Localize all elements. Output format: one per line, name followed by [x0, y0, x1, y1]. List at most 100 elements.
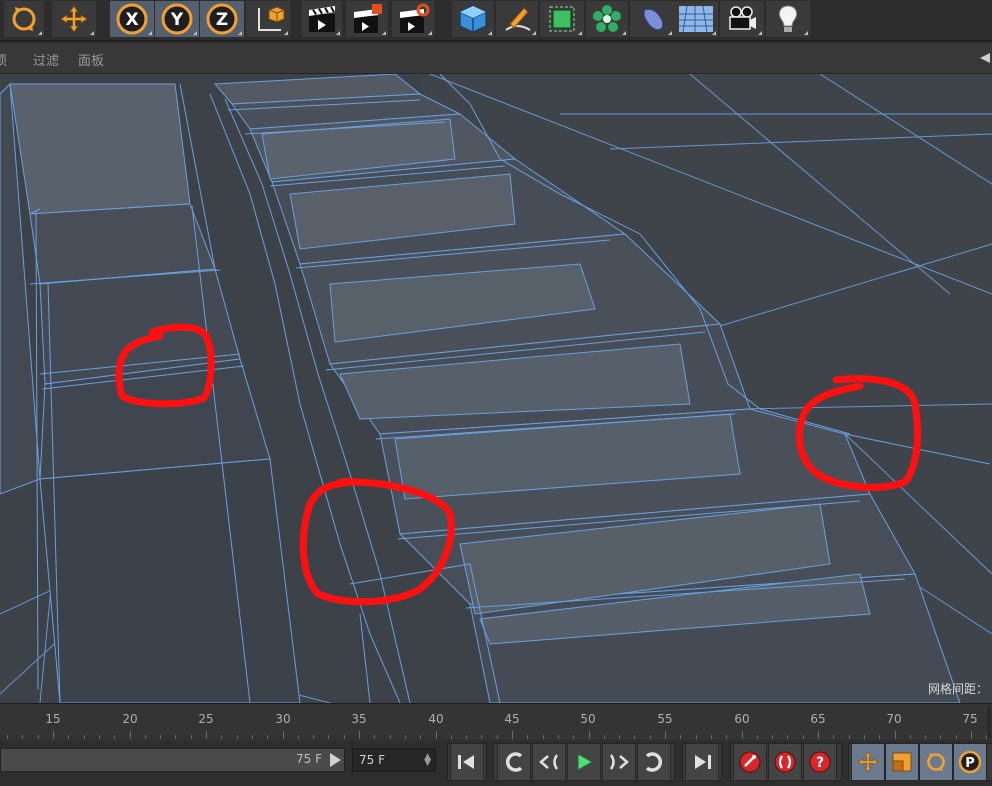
- minor-tick: [940, 735, 942, 739]
- minor-tick: [726, 735, 728, 739]
- record-icon: [739, 751, 761, 773]
- minor-tick: [894, 731, 896, 739]
- light-button[interactable]: [766, 1, 810, 37]
- menu-panel[interactable]: 面板: [78, 50, 104, 69]
- svg-text:Y: Y: [170, 10, 184, 30]
- tick-label: 25: [198, 712, 214, 726]
- cube-primitive-button[interactable]: [452, 1, 494, 37]
- timeline-ruler[interactable]: 15 20 25 30 35 40 45 50 55 60 65 70 75: [0, 703, 992, 740]
- minor-tick: [971, 731, 972, 739]
- minor-tick: [756, 735, 758, 739]
- minor-tick: [787, 735, 789, 739]
- minor-tick: [512, 731, 513, 739]
- autokey-button[interactable]: [768, 743, 802, 781]
- minor-tick: [221, 735, 223, 739]
- minor-tick: [665, 731, 666, 739]
- minor-tick: [328, 735, 330, 739]
- current-frame-field[interactable]: ▲▼: [352, 748, 436, 772]
- render-region-button[interactable]: [346, 1, 388, 37]
- keyframe-help-button[interactable]: ?: [803, 743, 837, 781]
- previous-frame-button[interactable]: [532, 743, 566, 781]
- minor-tick: [129, 731, 131, 739]
- minor-tick: [98, 735, 100, 739]
- move-tool-button[interactable]: [52, 1, 96, 37]
- current-frame-input[interactable]: [353, 749, 423, 771]
- minor-tick: [802, 735, 804, 739]
- next-key-icon: [645, 752, 663, 772]
- move-key-button[interactable]: [851, 743, 885, 781]
- record-button[interactable]: [733, 743, 767, 781]
- z-axis-lock-button[interactable]: Z: [200, 1, 244, 37]
- go-to-start-icon: [458, 755, 474, 769]
- tick-label: 30: [275, 712, 291, 726]
- rotate-icon: [12, 7, 36, 31]
- next-key-button[interactable]: [637, 743, 671, 781]
- rotate-tool-button[interactable]: [4, 1, 44, 37]
- minor-tick: [710, 735, 712, 739]
- render-region-icon: [354, 4, 382, 33]
- svg-text:?: ?: [816, 755, 824, 771]
- minor-tick: [160, 735, 162, 739]
- deformer-button[interactable]: [630, 1, 674, 37]
- frame-range-slider[interactable]: 75 F: [0, 748, 345, 772]
- param-key-button[interactable]: P: [953, 743, 987, 781]
- panel-arrow-icon[interactable]: [980, 53, 990, 63]
- svg-text:Z: Z: [216, 10, 228, 30]
- floor-environment-button[interactable]: [674, 1, 718, 37]
- minor-tick: [634, 735, 636, 739]
- stepper-icon[interactable]: ▲ ▼: [424, 753, 431, 768]
- scale-key-icon: [892, 752, 912, 772]
- minor-tick: [420, 735, 422, 739]
- z-axis-lock-icon: Z: [206, 3, 238, 35]
- y-axis-lock-icon: Y: [161, 3, 193, 35]
- minor-tick: [925, 735, 927, 739]
- world-coordinate-icon: [258, 6, 285, 31]
- render-view-icon: [309, 6, 335, 32]
- minor-tick: [542, 735, 544, 739]
- next-frame-button[interactable]: [602, 743, 636, 781]
- minor-tick: [83, 735, 85, 739]
- world-coordinate-button[interactable]: [246, 1, 290, 37]
- render-settings-icon: [400, 3, 430, 33]
- x-axis-lock-button[interactable]: X: [110, 1, 154, 37]
- menu-options[interactable]: 项: [0, 50, 7, 69]
- y-axis-lock-button[interactable]: Y: [155, 1, 199, 37]
- minor-tick: [481, 735, 483, 739]
- minor-tick: [343, 735, 345, 739]
- minor-tick: [53, 731, 54, 739]
- go-to-start-button[interactable]: [450, 743, 484, 781]
- pen-spline-button[interactable]: [496, 1, 538, 37]
- minor-tick: [450, 735, 452, 739]
- play-button[interactable]: [567, 743, 601, 781]
- minor-tick: [573, 735, 575, 739]
- minor-tick: [313, 735, 315, 739]
- tick-label: 35: [351, 712, 367, 726]
- subdivision-generator-button[interactable]: [540, 1, 584, 37]
- mograph-cloner-button[interactable]: [586, 1, 628, 37]
- render-settings-button[interactable]: [392, 1, 434, 37]
- grid-spacing-readout: 网格间距：: [927, 682, 988, 696]
- camera-button[interactable]: [720, 1, 764, 37]
- rotate-key-button[interactable]: [919, 743, 953, 781]
- deformer-icon: [643, 8, 664, 31]
- minor-tick: [404, 735, 406, 739]
- tick-label: 65: [810, 712, 826, 726]
- previous-key-button[interactable]: [497, 743, 531, 781]
- minor-tick: [848, 735, 850, 739]
- minor-tick: [144, 735, 146, 739]
- svg-text:P: P: [965, 756, 975, 771]
- minor-tick: [114, 735, 116, 739]
- scale-key-button[interactable]: [885, 743, 919, 781]
- minor-tick: [389, 735, 391, 739]
- go-to-end-button[interactable]: [685, 743, 719, 781]
- 3d-viewport[interactable]: 网格间距：: [0, 74, 992, 703]
- x-axis-lock-icon: X: [116, 3, 148, 35]
- minor-tick: [37, 735, 39, 739]
- menu-filter[interactable]: 过滤: [33, 50, 59, 69]
- previous-key-icon: [505, 752, 523, 772]
- render-view-button[interactable]: [302, 1, 342, 37]
- play-direction-icon: [330, 753, 341, 767]
- playhead-marker[interactable]: [987, 706, 991, 738]
- minor-tick: [527, 735, 529, 739]
- minor-tick: [772, 735, 774, 739]
